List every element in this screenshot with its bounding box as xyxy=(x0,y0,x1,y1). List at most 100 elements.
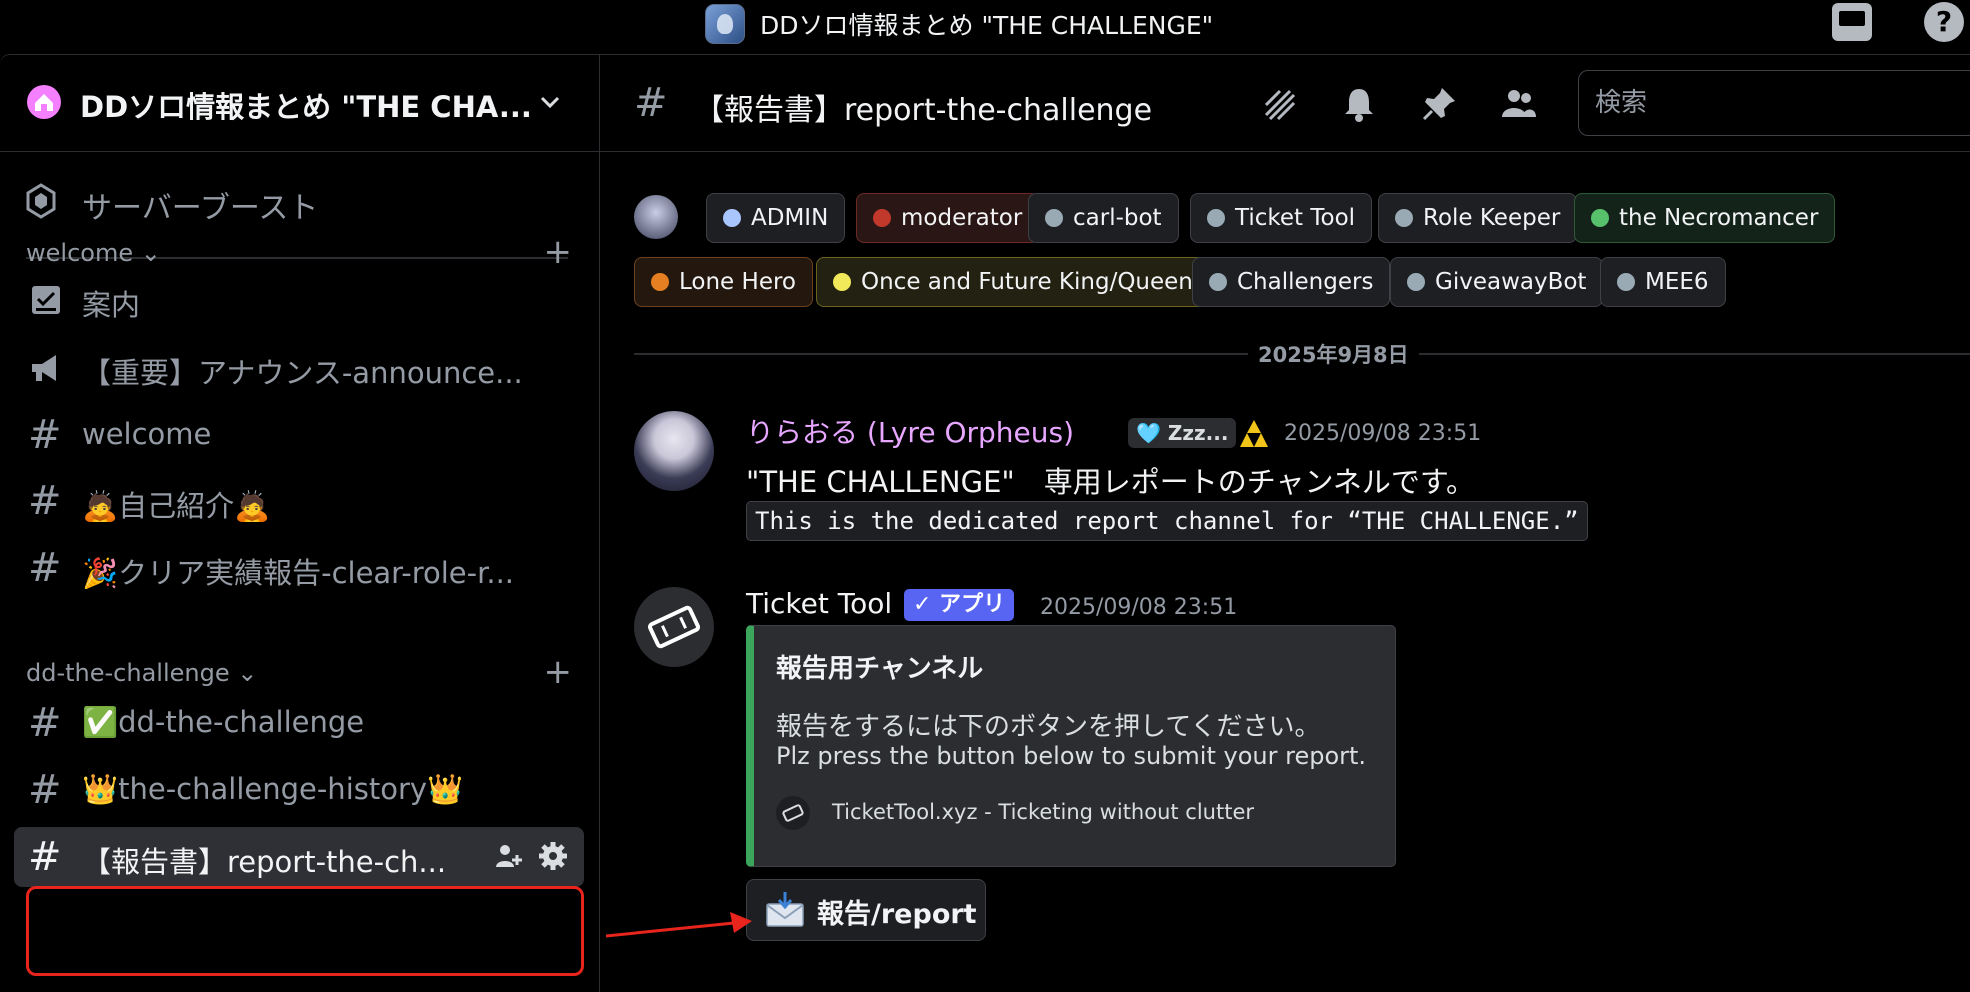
invite-member-icon[interactable] xyxy=(493,841,523,871)
small-avatar xyxy=(634,195,678,239)
role-pill[interactable]: moderator xyxy=(856,193,1040,243)
channel-item-announce[interactable]: 【重要】アナウンス-announce... xyxy=(14,338,584,398)
category-label: welcome ⌄ xyxy=(26,239,161,267)
locked-hash-icon: # xyxy=(634,80,668,126)
role-pill[interactable]: Ticket Tool xyxy=(1190,193,1373,243)
search-input[interactable]: 検索 xyxy=(1578,70,1970,136)
channel-item-clear-report[interactable]: # 🎉クリア実績報告-clear-role-r... xyxy=(14,538,584,598)
locked-hash-icon: # xyxy=(28,834,62,880)
locked-hash-icon: # xyxy=(28,545,62,591)
role-color-dot xyxy=(833,273,851,291)
pin-icon[interactable] xyxy=(1420,85,1458,123)
bot-avatar[interactable] xyxy=(634,587,714,667)
channel-title: 【報告書】report-the-challenge xyxy=(694,93,1153,128)
boost-gem-icon xyxy=(26,183,56,219)
server-icon xyxy=(705,4,745,44)
embed-footer: TicketTool.xyz - Ticketing without clutt… xyxy=(832,800,1255,824)
channel-label: 🎉クリア実績報告-clear-role-r... xyxy=(82,556,515,590)
incoming-envelope-icon xyxy=(766,892,804,927)
role-color-dot xyxy=(1395,209,1413,227)
help-icon[interactable]: ? xyxy=(1924,2,1964,42)
date-divider-label: 2025年9月8日 xyxy=(1248,339,1419,369)
channel-item-intro[interactable]: # 🙇自己紹介🙇 xyxy=(14,471,584,531)
channel-item-challenge-history[interactable]: # 👑the-challenge-history👑 xyxy=(14,760,584,820)
bell-icon[interactable] xyxy=(1340,85,1378,123)
embed-description-jp: 報告をするには下のボタンを押してください。 xyxy=(776,712,1321,742)
role-color-dot xyxy=(1407,273,1425,291)
message-timestamp: 2025/09/08 23:51 xyxy=(1284,421,1482,446)
role-color-dot xyxy=(1207,209,1225,227)
main-chat-area: # 【報告書】report-the-challenge 検索 ADMIN mod… xyxy=(600,54,1970,992)
role-pill[interactable]: Lone Hero xyxy=(634,257,813,307)
window-title-bar: DDソロ情報まとめ "THE CHALLENGE" ? xyxy=(0,0,1970,54)
server-name: DDソロ情報まとめ "THE CHA... xyxy=(80,90,532,124)
role-pill[interactable]: MEE6 xyxy=(1600,257,1726,307)
category-welcome[interactable]: welcome ⌄ + xyxy=(26,235,572,269)
locked-hash-icon: # xyxy=(28,700,62,746)
highlight-box xyxy=(26,886,584,976)
message-timestamp: 2025/09/08 23:51 xyxy=(1040,595,1238,620)
avatar[interactable] xyxy=(634,411,714,491)
category-dd-the-challenge[interactable]: dd-the-challenge ⌄ + xyxy=(26,655,572,689)
inline-code: This is the dedicated report channel for… xyxy=(746,501,1588,541)
channel-label: 👑the-challenge-history👑 xyxy=(82,772,464,806)
message-author[interactable]: りらおる (Lyre Orpheus) xyxy=(746,411,1074,451)
role-pill[interactable]: carl-bot xyxy=(1028,193,1179,243)
category-label: dd-the-challenge ⌄ xyxy=(26,659,258,687)
threads-icon[interactable] xyxy=(1260,85,1298,123)
add-channel-icon[interactable]: + xyxy=(544,655,573,689)
channel-item-report-the-challenge[interactable]: # 【報告書】report-the-ch... xyxy=(14,827,584,887)
role-color-dot xyxy=(1617,273,1635,291)
channel-label: 🙇自己紹介🙇 xyxy=(82,489,271,523)
report-button[interactable]: 報告/report xyxy=(746,879,986,941)
embed-description-en: Plz press the button below to submit you… xyxy=(776,742,1367,770)
role-color-dot xyxy=(1209,273,1227,291)
hash-icon: # xyxy=(28,412,62,458)
annotation-arrow xyxy=(606,912,752,938)
window-title: DDソロ情報まとめ "THE CHALLENGE" xyxy=(760,11,1214,40)
channel-tools xyxy=(493,841,568,871)
channel-sidebar: DDソロ情報まとめ "THE CHA... サーバーブースト welcome ⌄… xyxy=(0,54,600,992)
inbox-icon[interactable] xyxy=(1832,3,1872,41)
ticket-icon xyxy=(647,605,701,649)
message-author[interactable]: Ticket Tool xyxy=(746,587,892,620)
role-pill[interactable]: Once and Future King/Queen xyxy=(816,257,1210,307)
channel-label: 【重要】アナウンス-announce... xyxy=(82,356,523,390)
gear-icon[interactable] xyxy=(538,841,568,871)
message-text: "THE CHALLENGE" 専用レポートのチャンネルです。 xyxy=(746,465,1475,499)
role-color-dot xyxy=(1591,209,1609,227)
channel-item-dd-the-challenge[interactable]: # ✅dd-the-challenge xyxy=(14,693,584,753)
status-badge[interactable]: 🩵 Zzz... xyxy=(1128,418,1237,448)
role-pill[interactable]: GiveawayBot xyxy=(1390,257,1604,307)
date-divider: 2025年9月8日 xyxy=(634,339,1970,369)
channel-label: 【報告書】report-the-ch... xyxy=(82,845,447,879)
rules-icon xyxy=(32,286,60,314)
app-badge: ✓ アプリ xyxy=(904,589,1015,621)
role-pill[interactable]: ADMIN xyxy=(706,193,846,243)
embed-card: 報告用チャンネル 報告をするには下のボタンを押してください。 Plz press… xyxy=(746,625,1396,867)
server-boost-label: サーバーブースト xyxy=(82,191,319,226)
announcement-icon xyxy=(32,355,56,381)
role-pill[interactable]: Role Keeper xyxy=(1378,193,1578,243)
role-color-dot xyxy=(1045,209,1063,227)
member-list-icon[interactable] xyxy=(1500,85,1538,123)
channel-item-guide[interactable]: 案内 xyxy=(14,270,584,330)
server-header[interactable]: DDソロ情報まとめ "THE CHA... xyxy=(0,55,599,152)
role-pill[interactable]: the Necromancer xyxy=(1574,193,1836,243)
channel-item-welcome[interactable]: # welcome xyxy=(14,405,584,465)
locked-hash-icon: # xyxy=(28,767,62,813)
channel-header: # 【報告書】report-the-challenge 検索 xyxy=(600,55,1970,152)
footer-ticket-icon xyxy=(776,796,810,830)
role-color-dot xyxy=(651,273,669,291)
add-channel-icon[interactable]: + xyxy=(544,235,573,269)
channel-label: 案内 xyxy=(82,288,141,322)
chevron-down-icon[interactable] xyxy=(535,87,565,117)
hash-icon: # xyxy=(28,478,62,524)
role-pill[interactable]: Challengers xyxy=(1192,257,1391,307)
channel-label: ✅dd-the-challenge xyxy=(82,705,365,739)
message-lyre: りらおる (Lyre Orpheus) 🩵 Zzz... 2025/09/08 … xyxy=(634,411,1964,541)
role-color-dot xyxy=(723,209,741,227)
role-color-dot xyxy=(873,209,891,227)
triforce-icon xyxy=(1240,420,1268,447)
server-home-icon xyxy=(27,85,61,119)
